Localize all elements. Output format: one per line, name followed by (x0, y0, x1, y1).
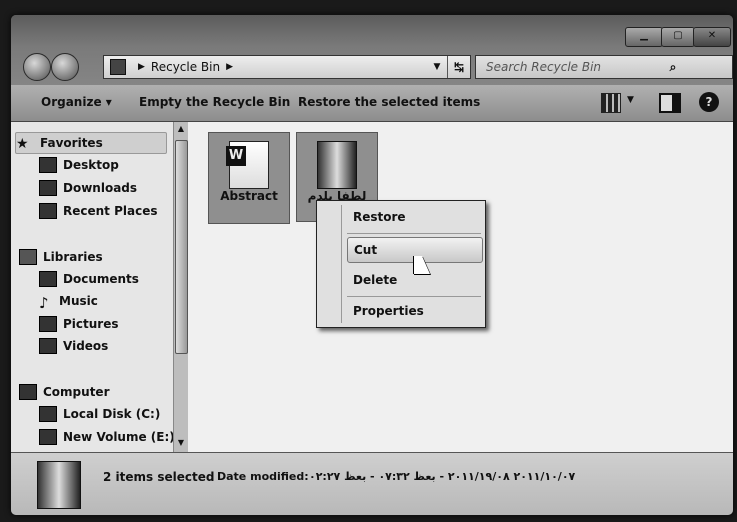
details-pane: 2 items selected Date modified: ۲۰۱۱/۱۰/… (11, 452, 733, 515)
menu-item-properties[interactable]: Properties (347, 299, 481, 323)
selection-count: 2 items selected (103, 470, 215, 484)
libraries-icon (19, 249, 37, 265)
context-menu: Restore Cut Delete Properties (316, 200, 486, 328)
desktop-icon (39, 157, 57, 173)
search-input[interactable]: Search Recycle Bin (476, 60, 604, 74)
search-icon[interactable]: ⌕ (604, 60, 732, 75)
recent-places-icon (39, 203, 57, 219)
scroll-up-icon[interactable]: ▲ (174, 124, 188, 136)
breadcrumb-arrow-icon[interactable]: ▶ (138, 62, 145, 72)
file-list[interactable]: W Abstract لطفا بلدم Restore Cut Delete … (188, 122, 733, 452)
nav-scrollbar[interactable]: ▲ ▼ (173, 122, 188, 452)
command-bar: Organize ▾ Empty the Recycle Bin Restore… (11, 85, 733, 122)
empty-recycle-bin-button[interactable]: Empty the Recycle Bin (139, 95, 290, 109)
nav-computer[interactable]: Computer (19, 382, 109, 402)
restore-selected-button[interactable]: Restore the selected items (298, 95, 480, 109)
menu-separator (347, 233, 481, 234)
nav-videos[interactable]: Videos (39, 336, 108, 356)
nav-downloads[interactable]: Downloads (39, 178, 137, 198)
recycle-bin-icon (110, 59, 126, 75)
nav-desktop[interactable]: Desktop (39, 155, 119, 175)
drive-icon (39, 406, 57, 422)
help-icon[interactable]: ? (699, 92, 719, 112)
explorer-window: ▁ ▢ ✕ ▶ Recycle Bin ▶ ▼ ↹ Search Recycle… (10, 14, 734, 516)
preview-pane-icon[interactable] (659, 93, 681, 113)
forward-button[interactable] (51, 53, 79, 81)
documents-icon (39, 271, 57, 287)
breadcrumb-arrow-icon[interactable]: ▶ (226, 62, 233, 72)
search-box[interactable]: Search Recycle Bin ⌕ (475, 55, 733, 79)
minimize-button[interactable]: ▁ (625, 27, 663, 47)
close-button[interactable]: ✕ (693, 27, 731, 47)
downloads-icon (39, 180, 57, 196)
mouse-cursor-icon (414, 256, 430, 274)
folder-icon (37, 461, 81, 509)
back-button[interactable] (23, 53, 51, 81)
maximize-button[interactable]: ▢ (661, 27, 695, 47)
organize-button[interactable]: Organize ▾ (41, 95, 112, 109)
nav-recent-places[interactable]: Recent Places (39, 201, 158, 221)
nav-pictures[interactable]: Pictures (39, 314, 119, 334)
nav-music[interactable]: ♪ Music (39, 291, 98, 312)
breadcrumb-recycle-bin[interactable]: Recycle Bin (151, 60, 220, 74)
views-icon[interactable] (601, 93, 621, 113)
maximize-icon: ▢ (673, 30, 683, 41)
title-bar: ▁ ▢ ✕ ▶ Recycle Bin ▶ ▼ ↹ Search Recycle… (11, 15, 733, 85)
minimize-icon: ▁ (640, 30, 648, 41)
computer-icon (19, 384, 37, 400)
file-item[interactable]: W Abstract (208, 132, 290, 224)
close-icon: ✕ (707, 30, 717, 41)
nav-new-volume[interactable]: New Volume (E:) (39, 427, 175, 447)
folder-icon (317, 141, 357, 189)
scroll-down-icon[interactable]: ▼ (174, 438, 188, 450)
address-bar[interactable]: ▶ Recycle Bin ▶ ▼ ↹ (103, 55, 471, 79)
navigation-pane: ★ Favorites Desktop Downloads Recent Plac… (11, 122, 175, 452)
star-icon: ★ (16, 136, 29, 152)
menu-item-restore[interactable]: Restore (347, 205, 481, 229)
views-dropdown-icon[interactable]: ▼ (627, 95, 634, 105)
date-modified-value: ۲۰۱۱/۱۰/۰۷ ۲۰۱۱/۱۹/۰۸ - بعظ ۰۷:۳۲ - بعظ … (309, 470, 576, 483)
menu-separator (347, 296, 481, 297)
nav-libraries[interactable]: Libraries (19, 247, 103, 267)
drive-icon (39, 429, 57, 445)
nav-documents[interactable]: Documents (39, 269, 139, 289)
scroll-thumb[interactable] (175, 140, 188, 354)
nav-local-disk[interactable]: Local Disk (C:) (39, 404, 160, 424)
music-icon: ♪ (39, 294, 49, 312)
file-label: Abstract (220, 189, 278, 203)
pictures-icon (39, 316, 57, 332)
address-dropdown-icon[interactable]: ▼ (427, 62, 447, 72)
nav-favorites[interactable]: ★ Favorites (15, 132, 167, 154)
date-modified-label: Date modified: (217, 470, 309, 483)
word-document-icon: W (226, 141, 269, 189)
refresh-icon[interactable]: ↹ (447, 56, 470, 78)
videos-icon (39, 338, 57, 354)
